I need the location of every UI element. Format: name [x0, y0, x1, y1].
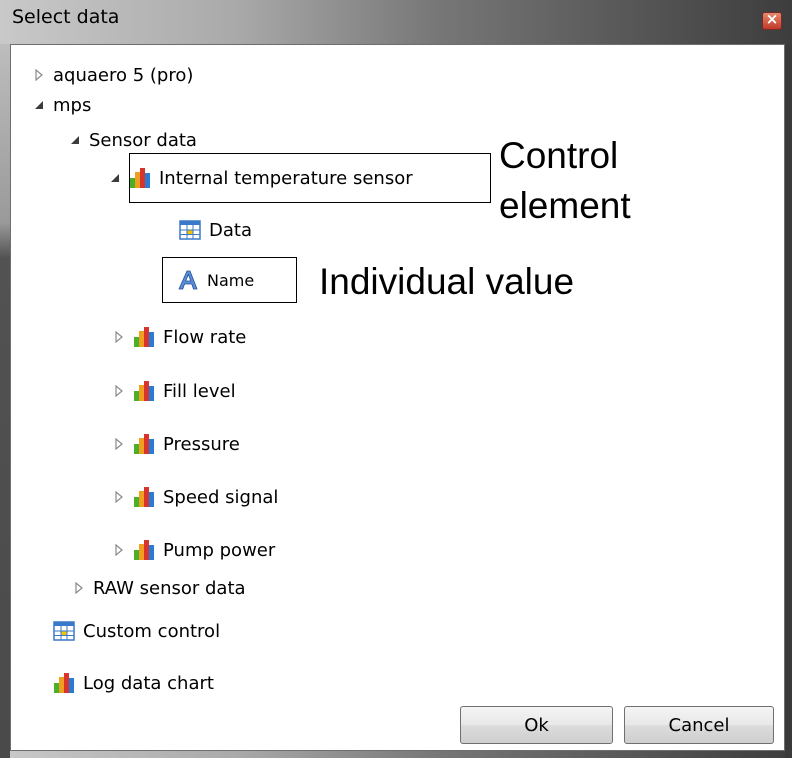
- close-icon: ×: [765, 10, 779, 28]
- close-button[interactable]: ×: [762, 10, 782, 30]
- annotation-individual-value: Individual value: [319, 261, 575, 302]
- bar-chart-icon: [133, 380, 155, 402]
- text-a-icon: [177, 269, 199, 291]
- tree-item-label: Fill level: [163, 380, 236, 402]
- expand-arrow-icon[interactable]: [111, 428, 127, 460]
- expand-arrow-icon[interactable]: [111, 321, 127, 353]
- bar-chart-icon: [133, 539, 155, 561]
- table-icon: [53, 620, 75, 642]
- expand-arrow-icon[interactable]: [31, 59, 47, 91]
- expand-arrow-icon[interactable]: [71, 572, 87, 604]
- tree-item-label: Custom control: [83, 620, 221, 642]
- select-data-dialog: Select data × aquaero 5 (pro) mps Sensor…: [0, 0, 792, 758]
- tree-item-pump-power[interactable]: Pump power: [111, 534, 275, 566]
- expand-arrow-icon[interactable]: [111, 534, 127, 566]
- collapse-arrow-icon[interactable]: [107, 162, 123, 194]
- window-left-border: [0, 44, 10, 758]
- bar-chart-icon: [53, 672, 75, 694]
- bar-chart-icon: [133, 486, 155, 508]
- ok-button[interactable]: Ok: [460, 706, 613, 744]
- tree-item-label: Log data chart: [83, 672, 214, 694]
- tree-item-label: Pressure: [163, 433, 240, 455]
- bar-chart-icon: [133, 433, 155, 455]
- tree-item-aquaero[interactable]: aquaero 5 (pro): [31, 59, 193, 91]
- tree-item-label: mps: [53, 94, 92, 116]
- bar-chart-icon: [129, 167, 151, 189]
- tree-item-label: Internal temperature sensor: [159, 167, 413, 189]
- tree-item-label: Data: [209, 219, 252, 241]
- tree-item-label: Speed signal: [163, 486, 279, 508]
- window-title: Select data: [12, 6, 120, 28]
- annotation-control-line2: element: [499, 185, 631, 226]
- tree-item-fill-level[interactable]: Fill level: [111, 375, 236, 407]
- tree-item-raw-sensor-data[interactable]: RAW sensor data: [71, 572, 246, 604]
- tree-item-label: Pump power: [163, 539, 276, 561]
- expand-arrow-icon[interactable]: [111, 481, 127, 513]
- collapse-arrow-icon[interactable]: [31, 89, 47, 121]
- tree-item-mps[interactable]: mps: [31, 89, 91, 121]
- tree-item-custom-control[interactable]: Custom control: [53, 615, 220, 647]
- tree-item-label: Name: [207, 270, 255, 290]
- expand-arrow-icon[interactable]: [111, 375, 127, 407]
- tree-item-log-data-chart[interactable]: Log data chart: [53, 667, 214, 699]
- tree-item-label: aquaero 5 (pro): [53, 64, 194, 86]
- tree-panel: aquaero 5 (pro) mps Sensor data Internal…: [10, 44, 785, 751]
- title-bar[interactable]: Select data ×: [0, 0, 792, 44]
- annotation-control-line1: Control: [499, 135, 619, 176]
- tree-item-data[interactable]: Data: [179, 214, 252, 246]
- bar-chart-icon: [133, 326, 155, 348]
- tree-item-label: RAW sensor data: [93, 577, 246, 599]
- tree-item-internal-temperature-sensor[interactable]: Internal temperature sensor: [107, 162, 413, 194]
- tree-item-name[interactable]: Name: [177, 264, 254, 296]
- window-right-border: [785, 44, 792, 758]
- tree-item-label: Sensor data: [89, 129, 197, 151]
- tree-item-label: Flow rate: [163, 326, 247, 348]
- collapse-arrow-icon[interactable]: [67, 124, 83, 156]
- tree-item-flow-rate[interactable]: Flow rate: [111, 321, 246, 353]
- table-icon: [179, 219, 201, 241]
- tree-item-sensor-data[interactable]: Sensor data: [67, 124, 197, 156]
- cancel-button[interactable]: Cancel: [624, 706, 774, 744]
- tree-item-pressure[interactable]: Pressure: [111, 428, 240, 460]
- tree-item-speed-signal[interactable]: Speed signal: [111, 481, 278, 513]
